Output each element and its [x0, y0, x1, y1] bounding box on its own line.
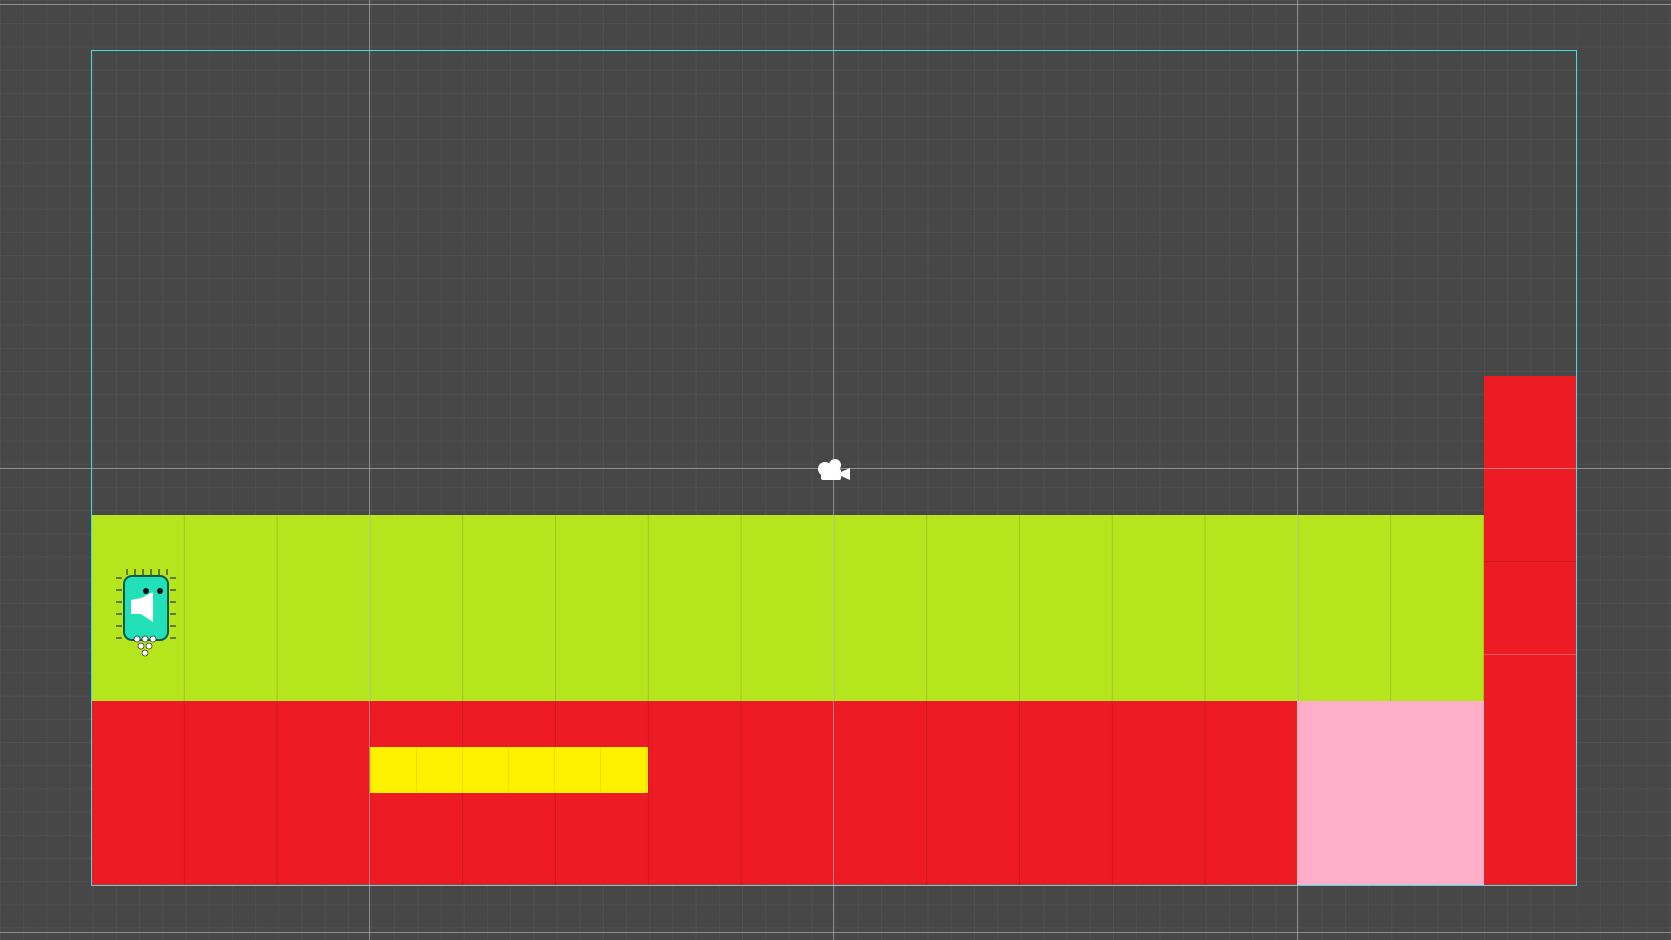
- guide-line-vertical: [1297, 0, 1298, 940]
- hazard-wall-tile[interactable]: [1484, 376, 1577, 886]
- ground-tiles[interactable]: [91, 515, 1484, 701]
- guide-line-horizontal: [0, 932, 1671, 933]
- guide-line-vertical: [369, 0, 370, 940]
- hazard-floor-tiles[interactable]: [91, 701, 1297, 886]
- goal-zone-tile[interactable]: [1297, 701, 1484, 886]
- camera-icon[interactable]: [813, 455, 853, 485]
- player-sprite-icon[interactable]: [115, 566, 177, 660]
- scene-view[interactable]: [0, 0, 1671, 940]
- yellow-platform-tile[interactable]: [370, 747, 648, 793]
- guide-line-horizontal: [0, 4, 1671, 5]
